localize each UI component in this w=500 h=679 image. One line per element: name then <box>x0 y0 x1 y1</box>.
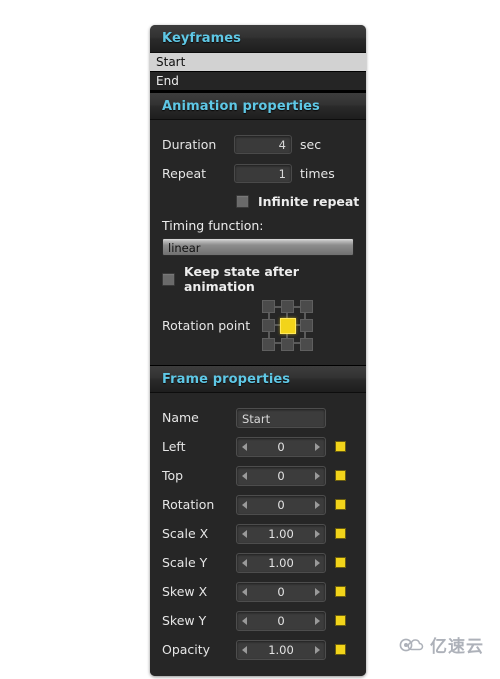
spinner-increment-arrow-icon[interactable] <box>315 587 320 596</box>
frame-property-value[interactable]: 0 <box>247 440 315 454</box>
duration-unit-label: sec <box>300 137 322 152</box>
rotation-point-middle-left[interactable] <box>262 319 275 332</box>
spinner-increment-arrow-icon[interactable] <box>315 616 320 625</box>
frame-property-row: Left 0 <box>150 432 366 461</box>
frame-property-value[interactable]: 1.00 <box>247 556 315 570</box>
infinite-repeat-row[interactable]: Infinite repeat <box>150 188 366 214</box>
frame-property-keyframe-toggle[interactable] <box>335 470 346 481</box>
rotation-point-top-right[interactable] <box>300 300 313 313</box>
spinner-increment-arrow-icon[interactable] <box>315 645 320 654</box>
duration-row: Duration 4 sec <box>150 130 366 159</box>
duration-input[interactable]: 4 <box>234 135 292 154</box>
frame-property-label: Opacity <box>162 642 211 657</box>
rotation-point-bottom-right[interactable] <box>300 338 313 351</box>
rotation-point-bottom-center[interactable] <box>281 338 294 351</box>
frame-property-label: Scale Y <box>162 555 208 570</box>
frame-property-spinner[interactable]: 1.00 <box>236 552 326 573</box>
keyframe-label: End <box>156 74 179 88</box>
repeat-row: Repeat 1 times <box>150 159 366 188</box>
frame-property-label: Top <box>162 468 184 483</box>
frame-property-value[interactable]: 0 <box>247 498 315 512</box>
frame-property-keyframe-toggle[interactable] <box>335 615 346 626</box>
rotation-point-top-center[interactable] <box>281 300 294 313</box>
keep-state-label: Keep state after animation <box>184 264 299 294</box>
frame-property-spinner[interactable]: 1.00 <box>236 523 326 544</box>
infinite-repeat-label: Infinite repeat <box>258 193 360 209</box>
rotation-point-bottom-left[interactable] <box>262 338 275 351</box>
repeat-label: Repeat <box>162 166 207 181</box>
keyframes-section-header: Keyframes <box>150 25 366 53</box>
frame-property-label: Skew X <box>162 584 208 599</box>
frame-name-row: Name Start <box>150 403 366 432</box>
rotation-point-middle-right[interactable] <box>300 319 313 332</box>
animation-panel: Keyframes Start End Animation properties… <box>150 25 366 676</box>
rotation-point-center[interactable] <box>280 318 296 334</box>
frame-property-row: Skew X 0 <box>150 577 366 606</box>
frame-property-label: Skew Y <box>162 613 207 628</box>
cloud-logo-icon <box>399 638 424 651</box>
duration-label: Duration <box>162 137 217 152</box>
frame-property-keyframe-toggle[interactable] <box>335 499 346 510</box>
frame-property-rows: Left 0 Top 0 Rotation 0 Scale X 1.00 Scale Y 1.00… <box>150 432 366 664</box>
frame-property-keyframe-toggle[interactable] <box>335 586 346 597</box>
rotation-point-top-left[interactable] <box>262 300 275 313</box>
repeat-unit-label: times <box>300 166 335 181</box>
frame-property-spinner[interactable]: 1.00 <box>236 639 326 660</box>
rotation-point-label: Rotation point <box>162 318 251 333</box>
frame-property-value[interactable]: 1.00 <box>247 527 315 541</box>
frame-property-label: Scale X <box>162 526 209 541</box>
frame-properties-body: Name Start Left 0 Top 0 Rotation 0 Scale X 1.00… <box>150 393 366 676</box>
watermark-text: 亿速云 <box>430 637 484 657</box>
frame-property-keyframe-toggle[interactable] <box>335 557 346 568</box>
frame-property-spinner[interactable]: 0 <box>236 494 326 515</box>
keyframes-list: Start End <box>150 53 366 92</box>
keyframe-item-start[interactable]: Start <box>150 53 366 72</box>
animation-properties-body: Duration 4 sec Repeat 1 times Infinite r… <box>150 120 366 365</box>
frame-name-label: Name <box>162 410 199 425</box>
frame-property-label: Rotation <box>162 497 215 512</box>
rotation-point-row: Rotation point <box>150 292 366 353</box>
frame-property-row: Scale X 1.00 <box>150 519 366 548</box>
frame-property-keyframe-toggle[interactable] <box>335 644 346 655</box>
timing-function-select[interactable]: linear <box>162 238 354 256</box>
rotation-point-grid[interactable] <box>262 300 315 351</box>
keep-state-row[interactable]: Keep state after animation <box>150 264 366 294</box>
frame-property-value[interactable]: 1.00 <box>247 643 315 657</box>
frame-property-keyframe-toggle[interactable] <box>335 441 346 452</box>
frame-name-input[interactable]: Start <box>236 407 326 428</box>
spinner-increment-arrow-icon[interactable] <box>315 471 320 480</box>
spinner-increment-arrow-icon[interactable] <box>315 529 320 538</box>
frame-property-spinner[interactable]: 0 <box>236 465 326 486</box>
keyframe-label: Start <box>156 55 186 69</box>
frame-property-row: Scale Y 1.00 <box>150 548 366 577</box>
frame-property-row: Skew Y 0 <box>150 606 366 635</box>
spinner-increment-arrow-icon[interactable] <box>315 442 320 451</box>
frame-property-keyframe-toggle[interactable] <box>335 528 346 539</box>
keep-state-checkbox[interactable] <box>162 272 175 286</box>
animation-properties-section-header: Animation properties <box>150 92 366 120</box>
repeat-input[interactable]: 1 <box>234 164 292 183</box>
frame-property-value[interactable]: 0 <box>247 614 315 628</box>
frame-property-spinner[interactable]: 0 <box>236 610 326 631</box>
spinner-increment-arrow-icon[interactable] <box>315 500 320 509</box>
timing-function-label: Timing function: <box>162 218 264 233</box>
frame-property-row: Top 0 <box>150 461 366 490</box>
frame-property-value[interactable]: 0 <box>247 469 315 483</box>
spinner-increment-arrow-icon[interactable] <box>315 558 320 567</box>
keyframe-item-end[interactable]: End <box>150 72 366 91</box>
frame-property-row: Rotation 0 <box>150 490 366 519</box>
infinite-repeat-checkbox[interactable] <box>236 194 249 208</box>
frame-property-label: Left <box>162 439 186 454</box>
frame-properties-section-header: Frame properties <box>150 365 366 393</box>
frame-property-row: Opacity 1.00 <box>150 635 366 664</box>
frame-property-spinner[interactable]: 0 <box>236 436 326 457</box>
frame-property-spinner[interactable]: 0 <box>236 581 326 602</box>
watermark: 亿速云 <box>399 632 484 657</box>
frame-property-value[interactable]: 0 <box>247 585 315 599</box>
